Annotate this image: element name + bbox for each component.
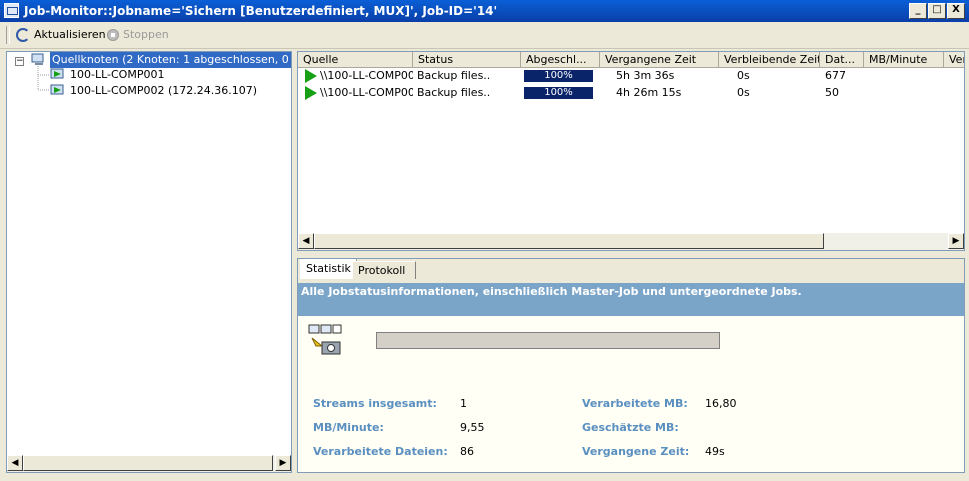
col-mb-minute[interactable]: MB/Minute xyxy=(864,52,944,68)
overall-progress-bar xyxy=(376,332,720,349)
app-icon xyxy=(4,3,19,18)
maximize-button[interactable]: □ xyxy=(928,3,946,19)
details-panel: Statistik Protokoll Alle Jobstatusinform… xyxy=(297,258,965,473)
streams-value: 1 xyxy=(460,397,467,410)
window-controls: _ □ X xyxy=(909,3,965,19)
title-bar: Job-Monitor::Jobname='Sichern [Benutzerd… xyxy=(0,0,969,22)
statistics-content: Streams insgesamt: 1 MB/Minute: 9,55 Ver… xyxy=(298,316,964,472)
computer-icon xyxy=(50,68,64,79)
col-quelle[interactable]: Quelle xyxy=(298,52,413,68)
col-ver[interactable]: Ver xyxy=(944,52,964,68)
col-status[interactable]: Status xyxy=(413,52,521,68)
mb-minute-value: 9,55 xyxy=(460,421,485,434)
scroll-thumb[interactable] xyxy=(23,455,273,471)
tab-protokoll[interactable]: Protokoll xyxy=(352,261,416,279)
info-banner: Alle Jobstatusinformationen, einschließl… xyxy=(298,283,964,316)
close-button[interactable]: X xyxy=(947,3,965,19)
toolbar: Aktualisieren Stoppen xyxy=(0,22,969,49)
row-status: Backup files.. xyxy=(417,86,491,99)
refresh-label: Aktualisieren xyxy=(34,28,106,41)
computers-icon xyxy=(31,53,44,65)
scroll-left-arrow[interactable]: ◀ xyxy=(7,455,23,471)
row-progress: 100% xyxy=(524,87,593,99)
source-tree[interactable]: − Quellknoten (2 Knoten: 1 abgeschlossen… xyxy=(6,51,292,473)
processed-files-label: Verarbeitete Dateien: xyxy=(313,445,448,458)
row-source: \\100-LL-COMP002 xyxy=(320,69,413,82)
row-files: 50 xyxy=(825,86,839,99)
tab-statistik[interactable]: Statistik xyxy=(300,259,357,279)
processed-mb-label: Verarbeitete MB: xyxy=(582,397,688,410)
tree-root[interactable]: Quellknoten (2 Knoten: 1 abgeschlossen, … xyxy=(50,52,291,68)
col-abgeschlossen[interactable]: Abgeschl... xyxy=(521,52,600,68)
scroll-thumb[interactable] xyxy=(314,233,824,249)
elapsed-time-label: Vergangene Zeit: xyxy=(582,445,690,458)
col-verbleibende-zeit[interactable]: Verbleibende Zeit xyxy=(719,52,820,68)
refresh-button[interactable]: Aktualisieren xyxy=(16,27,106,43)
estimated-mb-label: Geschätzte MB: xyxy=(582,421,679,434)
processed-files-value: 86 xyxy=(460,445,474,458)
scroll-left-arrow[interactable]: ◀ xyxy=(298,233,314,249)
col-dateien[interactable]: Dat... xyxy=(820,52,864,68)
mb-minute-label: MB/Minute: xyxy=(313,421,384,434)
streams-label: Streams insgesamt: xyxy=(313,397,437,410)
row-elapsed: 5h 3m 36s xyxy=(616,69,675,82)
tree-node-comp001[interactable]: 100-LL-COMP001 xyxy=(70,67,164,83)
refresh-icon xyxy=(16,28,30,42)
job-grid[interactable]: Quelle Status Abgeschl... Vergangene Zei… xyxy=(297,51,965,251)
elapsed-time-value: 49s xyxy=(705,445,725,458)
minimize-button[interactable]: _ xyxy=(909,3,927,19)
row-status: Backup files.. xyxy=(417,69,491,82)
row-remaining: 0s xyxy=(737,69,750,82)
running-icon xyxy=(305,69,317,83)
scroll-right-arrow[interactable]: ▶ xyxy=(948,233,964,249)
running-icon xyxy=(305,86,317,100)
grid-horizontal-scrollbar[interactable]: ◀ ▶ xyxy=(298,233,964,250)
backup-icon xyxy=(308,324,342,355)
row-progress: 100% xyxy=(524,70,593,82)
computer-icon xyxy=(50,84,64,95)
row-remaining: 0s xyxy=(737,86,750,99)
window-title: Job-Monitor::Jobname='Sichern [Benutzerd… xyxy=(24,4,498,18)
col-vergangene-zeit[interactable]: Vergangene Zeit xyxy=(600,52,719,68)
row-files: 677 xyxy=(825,69,846,82)
scroll-right-arrow[interactable]: ▶ xyxy=(275,455,291,471)
processed-mb-value: 16,80 xyxy=(705,397,737,410)
stop-label: Stoppen xyxy=(123,28,169,41)
stop-button[interactable]: Stoppen xyxy=(107,27,169,43)
tree-horizontal-scrollbar[interactable]: ◀ ▶ xyxy=(7,455,291,472)
stop-icon xyxy=(107,29,119,41)
tree-node-comp002[interactable]: 100-LL-COMP002 (172.24.36.107) xyxy=(70,83,257,99)
row-elapsed: 4h 26m 15s xyxy=(616,86,682,99)
toolbar-grip xyxy=(6,26,10,44)
row-source: \\100-LL-COMP001 xyxy=(320,86,413,99)
